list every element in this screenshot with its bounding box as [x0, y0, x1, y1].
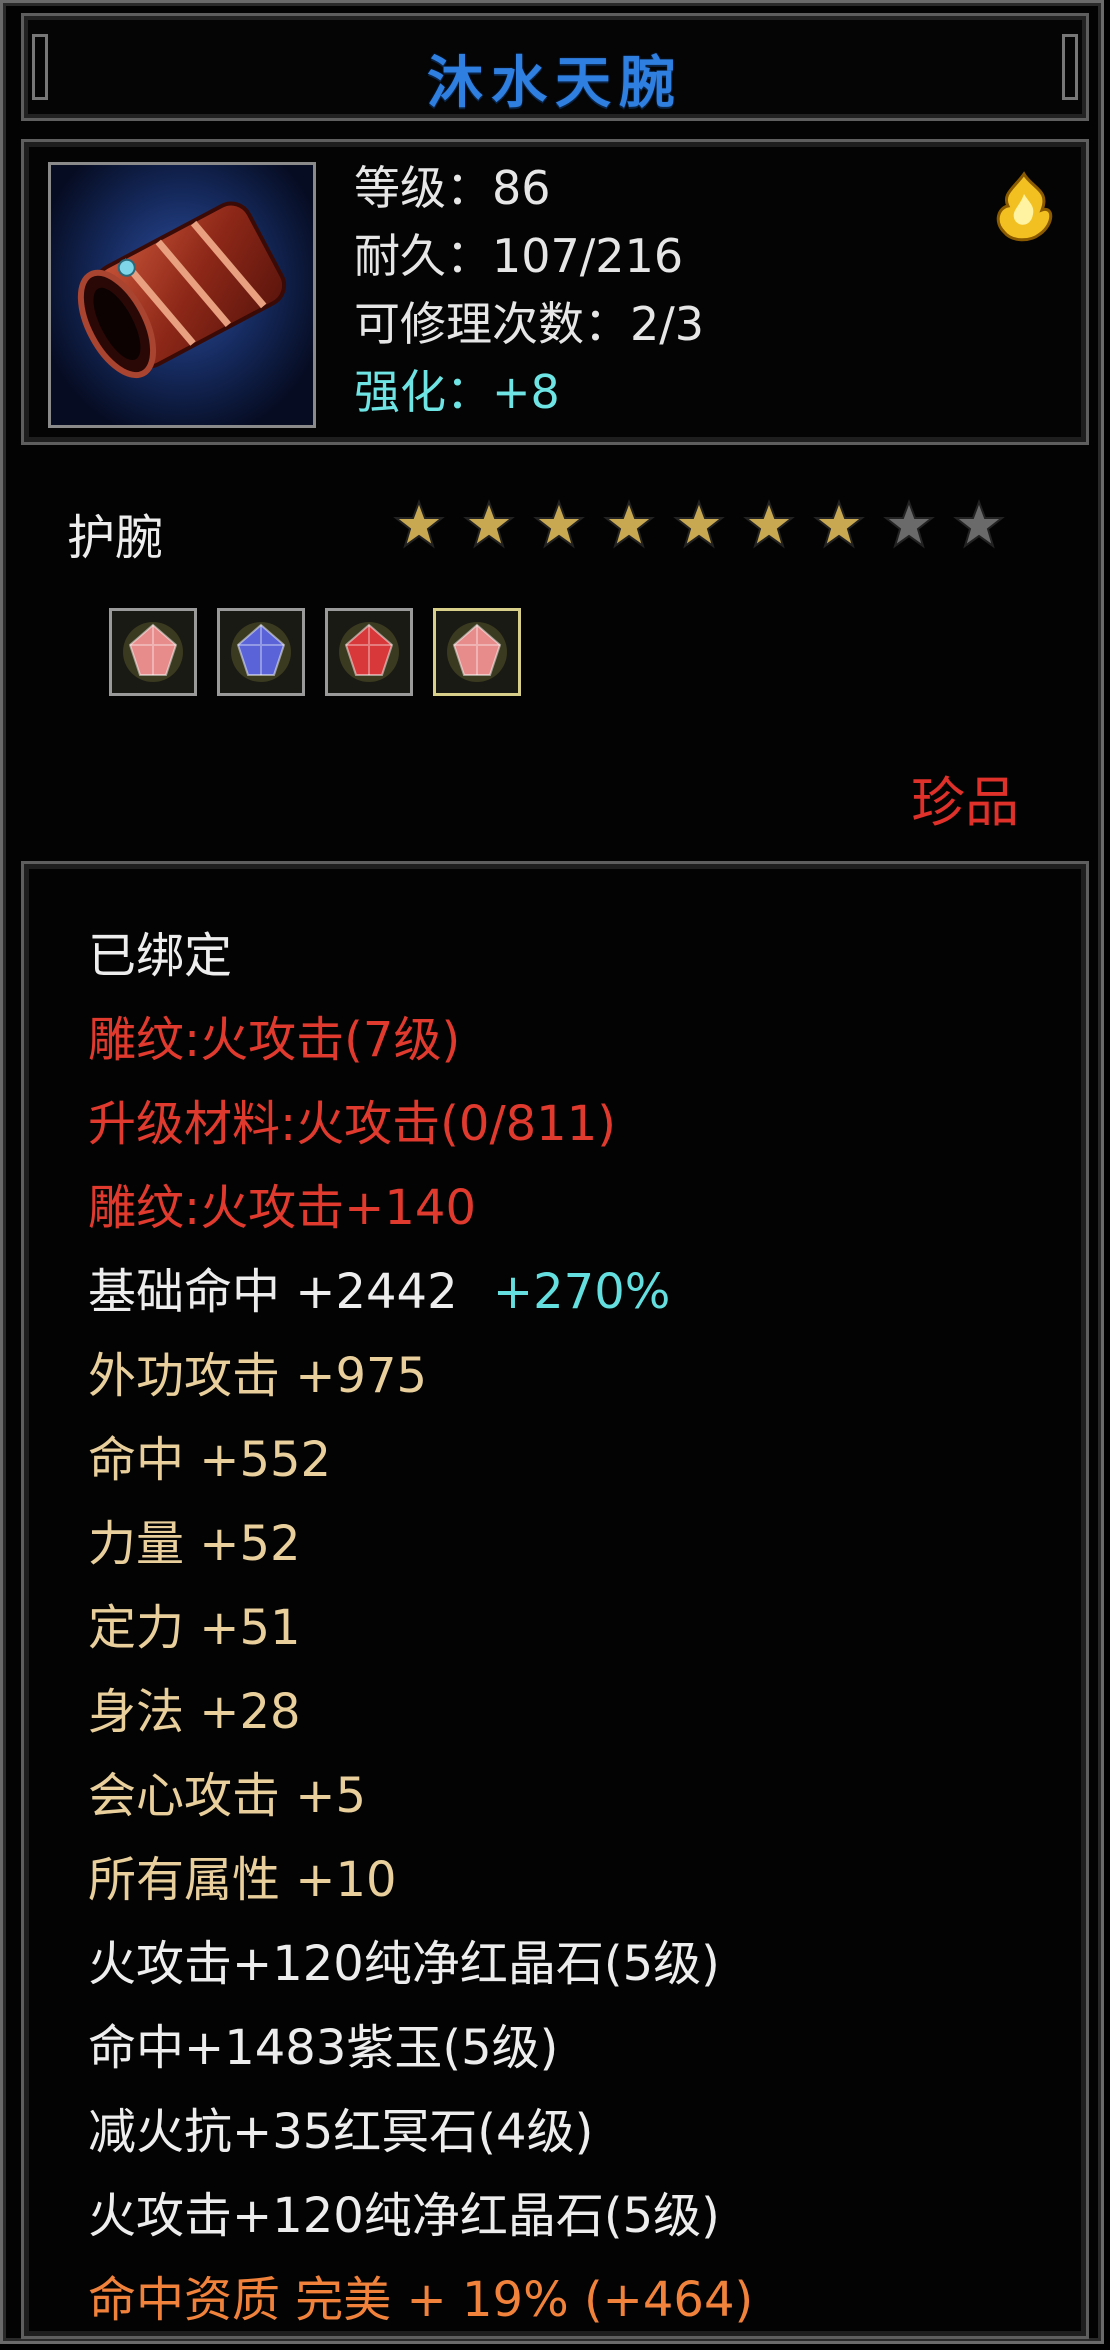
gem-effect-1: 火攻击+120纯净红晶石(5级) [88, 1936, 720, 1992]
engrave-bonus: 雕纹:火攻击+140 [88, 1180, 477, 1236]
focus-stat: 定力 +51 [88, 1600, 301, 1656]
star-filled-icon [463, 499, 515, 551]
durability-text: 耐久：107/216 [354, 229, 684, 283]
star-filled-icon [533, 499, 585, 551]
gem-effect-2: 命中+1483紫玉(5级) [88, 2020, 559, 2076]
hit-stat: 命中 +552 [88, 1432, 332, 1488]
star-filled-icon [393, 499, 445, 551]
hit-aptitude: 命中资质 完美 + 19% (+464) [88, 2272, 754, 2328]
gem-effect-4: 火攻击+120纯净红晶石(5级) [88, 2188, 720, 2244]
star-filled-icon [813, 499, 865, 551]
enhance-text: 强化：+8 [354, 365, 560, 419]
pink-crystal-gem-icon[interactable] [433, 608, 521, 696]
item-details-panel: 已绑定 雕纹:火攻击(7级) 升级材料:火攻击(0/811) 雕纹:火攻击+14… [21, 861, 1089, 2339]
title-bar: 沐水天腕 [21, 13, 1089, 121]
bracer-icon [48, 162, 316, 428]
level-text: 等级：86 [354, 161, 551, 215]
base-hit-value: 基础命中 +2442 [88, 1264, 458, 1320]
star-filled-icon [603, 499, 655, 551]
star-filled-icon [743, 499, 795, 551]
item-name: 沐水天腕 [427, 51, 683, 116]
star-filled-icon [673, 499, 725, 551]
agility-stat: 身法 +28 [88, 1684, 301, 1740]
item-type: 护腕 [67, 510, 164, 566]
purple-jade-gem-icon[interactable] [217, 608, 305, 696]
star-empty-icon [883, 499, 935, 551]
base-hit: 基础命中 +2442 +270% [88, 1252, 670, 1322]
item-info-panel: 等级：86 耐久：107/216 可修理次数：2/3 强化：+8 [21, 139, 1089, 445]
base-hit-bonus: +270% [492, 1264, 671, 1320]
star-rating [393, 499, 1005, 551]
crit-attack-stat: 会心攻击 +5 [88, 1768, 367, 1824]
strength-stat: 力量 +52 [88, 1516, 301, 1572]
pink-crystal-gem-icon[interactable] [109, 608, 197, 696]
gem-effect-3: 减火抗+35红冥石(4级) [88, 2104, 594, 2160]
external-attack: 外功攻击 +975 [88, 1348, 428, 1404]
engrave-level: 雕纹:火攻击(7级) [88, 1012, 461, 1068]
gem-slots [109, 608, 521, 696]
item-tooltip: 沐水天腕 等级：86 耐久：107/216 可修理次数：2/3 强化：+8 护腕… [0, 0, 1104, 2344]
gold-flame-badge-icon [984, 166, 1064, 246]
upgrade-material: 升级材料:火攻击(0/811) [88, 1096, 616, 1152]
red-crystal-gem-icon[interactable] [325, 608, 413, 696]
all-attributes-stat: 所有属性 +10 [88, 1852, 397, 1908]
rarity-label: 珍品 [911, 771, 1019, 834]
bound-status: 已绑定 [88, 928, 233, 984]
repair-count-text: 可修理次数：2/3 [354, 297, 705, 351]
star-empty-icon [953, 499, 1005, 551]
